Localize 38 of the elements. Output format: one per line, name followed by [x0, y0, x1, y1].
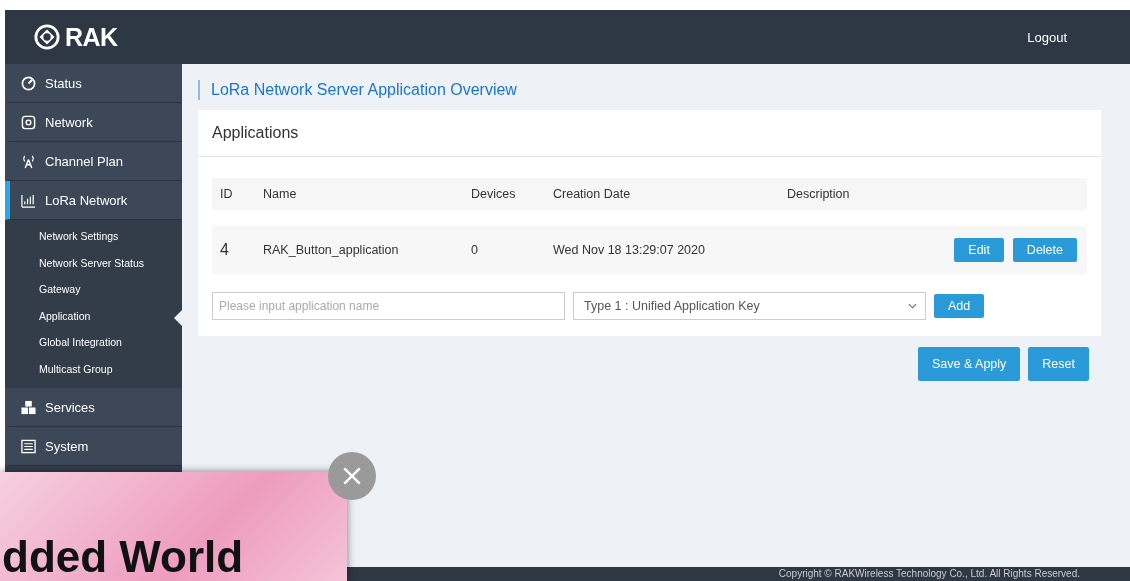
column-header: Devices [470, 187, 517, 201]
sidebar-subitem[interactable]: Network Server Status [5, 249, 182, 276]
sidebar-subitem[interactable]: Global Integration [5, 329, 182, 356]
sidebar-subitem[interactable]: Network Settings [5, 223, 182, 250]
gauge-icon [21, 75, 36, 91]
sidebar-item[interactable]: System [5, 427, 182, 466]
type-dropdown[interactable]: Type 1 : Unified Application Key [573, 292, 926, 320]
column-header: Description [786, 187, 851, 201]
column-header: Name [262, 187, 298, 201]
logo-text: RAK [65, 22, 118, 52]
sidebar-item[interactable]: LoRa Network [5, 181, 182, 220]
sidebar-item[interactable]: Network [5, 103, 182, 142]
table-cell-text: 4 [219, 241, 230, 259]
sidebar-subitem[interactable]: Application [5, 302, 182, 329]
network-icon [21, 114, 36, 130]
ad-headline: dded World [1, 535, 244, 579]
cubes-icon [21, 399, 36, 415]
logout-link[interactable]: Logout [1027, 29, 1067, 45]
bar-chart-icon [21, 192, 36, 208]
copyright-text: Copyright © RAKWireless Technology Co., Ltd. All Rights Reserved. [778, 568, 1080, 580]
sidebar-subitem[interactable]: Gateway [5, 276, 182, 303]
chevron-down-icon [908, 303, 917, 309]
sidebar-subitem[interactable]: Multicast Group [5, 355, 182, 382]
list-icon [21, 438, 36, 454]
column-header: Creation Date [552, 187, 632, 201]
application-name-field[interactable]: Please input application name [212, 292, 565, 320]
table-cell-text: 0 [470, 243, 479, 257]
panel-title: Applications [212, 124, 299, 142]
close-icon [341, 465, 363, 487]
antenna-icon [21, 153, 36, 169]
table-cell-text: Wed Nov 18 13:29:07 2020 [552, 243, 706, 257]
logo-icon [33, 24, 61, 50]
column-header: ID [219, 187, 234, 201]
sidebar-item[interactable]: Status [5, 64, 182, 103]
table-cell-text: RAK_Button_application [262, 243, 400, 257]
sidebar-item[interactable]: Channel Plan [5, 142, 182, 181]
page-title: LoRa Network Server Application Overview [198, 80, 1101, 100]
sidebar-item[interactable]: Services [5, 388, 182, 427]
